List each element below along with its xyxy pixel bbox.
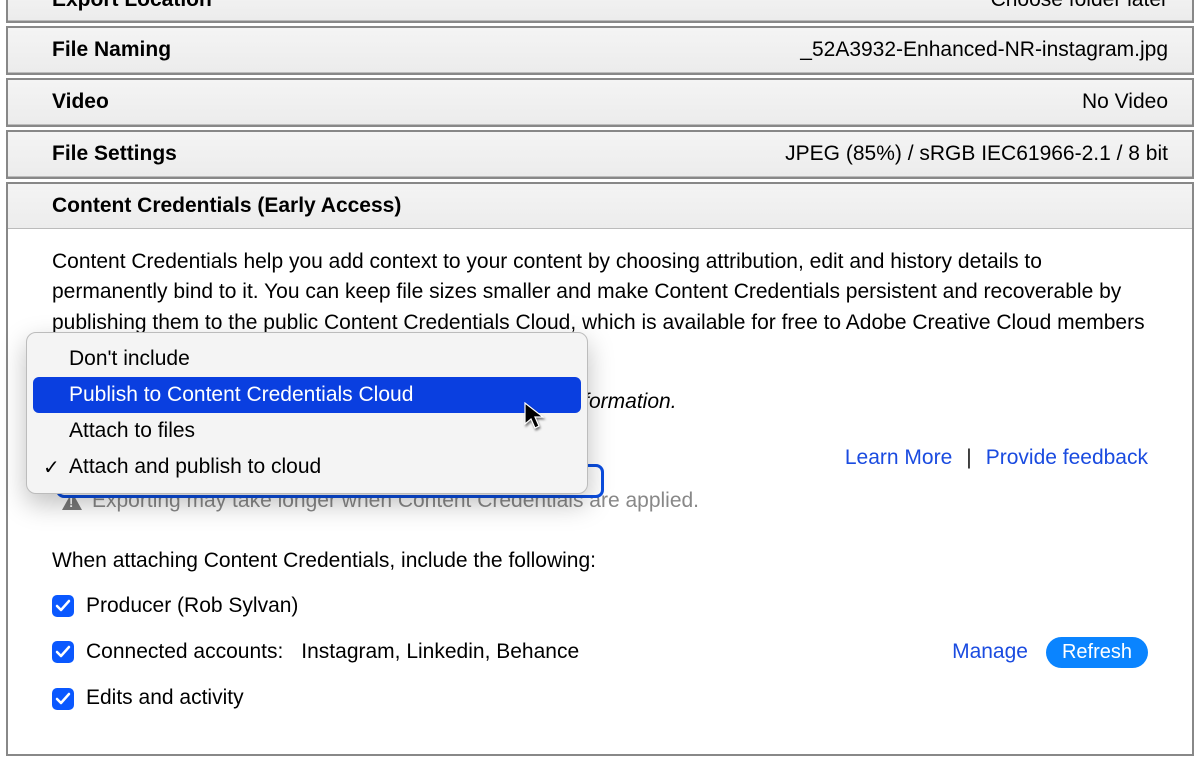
- panel-file-settings: File Settings JPEG (85%) / sRGB IEC61966…: [6, 130, 1194, 179]
- menu-item-label: Don't include: [69, 347, 190, 370]
- connected-accounts-label: Connected accounts:: [86, 637, 283, 667]
- menu-item-attach-publish[interactable]: ✓ Attach and publish to cloud: [33, 449, 581, 485]
- refresh-button[interactable]: Refresh: [1046, 637, 1148, 668]
- connected-accounts-value: Instagram, Linkedin, Behance: [301, 637, 579, 667]
- panel-header-file-naming[interactable]: File Naming _52A3932-Enhanced-NR-instagr…: [8, 28, 1192, 73]
- checkbox-row-edits: Edits and activity: [52, 683, 1148, 713]
- panel-value: JPEG (85%) / sRGB IEC61966-2.1 / 8 bit: [785, 142, 1168, 166]
- menu-item-label: Attach and publish to cloud: [69, 455, 321, 478]
- menu-item-label: Publish to Content Credentials Cloud: [69, 383, 413, 406]
- panel-file-naming: File Naming _52A3932-Enhanced-NR-instagr…: [6, 26, 1194, 75]
- mouse-cursor-icon: [524, 402, 548, 438]
- learn-more-link[interactable]: Learn More: [845, 443, 952, 473]
- producer-label: Producer (Rob Sylvan): [86, 591, 298, 621]
- panel-value: No Video: [1082, 90, 1168, 114]
- panel-header-video[interactable]: Video No Video: [8, 80, 1192, 125]
- checkbox-connected-accounts[interactable]: [52, 641, 74, 663]
- panel-title: Export Location: [52, 0, 212, 12]
- panel-value: Choose folder later: [991, 0, 1168, 12]
- panel-export-location: Export Location Choose folder later: [6, 0, 1194, 23]
- checkmark-icon: ✓: [43, 455, 60, 480]
- check-icon: [55, 644, 71, 660]
- menu-item-label: Attach to files: [69, 419, 195, 442]
- panel-title: File Naming: [52, 38, 171, 62]
- checkbox-row-connected: Connected accounts: Instagram, Linkedin,…: [52, 637, 1148, 667]
- menu-item-publish-cloud[interactable]: Publish to Content Credentials Cloud: [33, 377, 581, 413]
- panel-value: _52A3932-Enhanced-NR-instagram.jpg: [800, 38, 1168, 62]
- link-divider: |: [966, 443, 971, 473]
- panel-header-export-location[interactable]: Export Location Choose folder later: [8, 0, 1192, 21]
- panel-header-content-credentials[interactable]: Content Credentials (Early Access): [8, 184, 1192, 229]
- checkbox-row-producer: Producer (Rob Sylvan): [52, 591, 1148, 621]
- cc-mode-menu: Don't include Publish to Content Credent…: [26, 332, 588, 494]
- panel-video: Video No Video: [6, 78, 1194, 127]
- panel-title: Video: [52, 90, 109, 114]
- provide-feedback-link[interactable]: Provide feedback: [986, 443, 1148, 473]
- panel-header-file-settings[interactable]: File Settings JPEG (85%) / sRGB IEC61966…: [8, 132, 1192, 177]
- check-icon: [55, 598, 71, 614]
- manage-link[interactable]: Manage: [952, 637, 1028, 667]
- checkbox-edits-activity[interactable]: [52, 688, 74, 710]
- menu-item-attach-files[interactable]: Attach to files: [33, 413, 581, 449]
- checkbox-producer[interactable]: [52, 595, 74, 617]
- menu-item-dont-include[interactable]: Don't include: [33, 341, 581, 377]
- panel-title: Content Credentials (Early Access): [52, 194, 401, 218]
- cc-include-label: When attaching Content Credentials, incl…: [52, 546, 1148, 576]
- edits-activity-label: Edits and activity: [86, 683, 244, 713]
- check-icon: [55, 691, 71, 707]
- panel-title: File Settings: [52, 142, 177, 166]
